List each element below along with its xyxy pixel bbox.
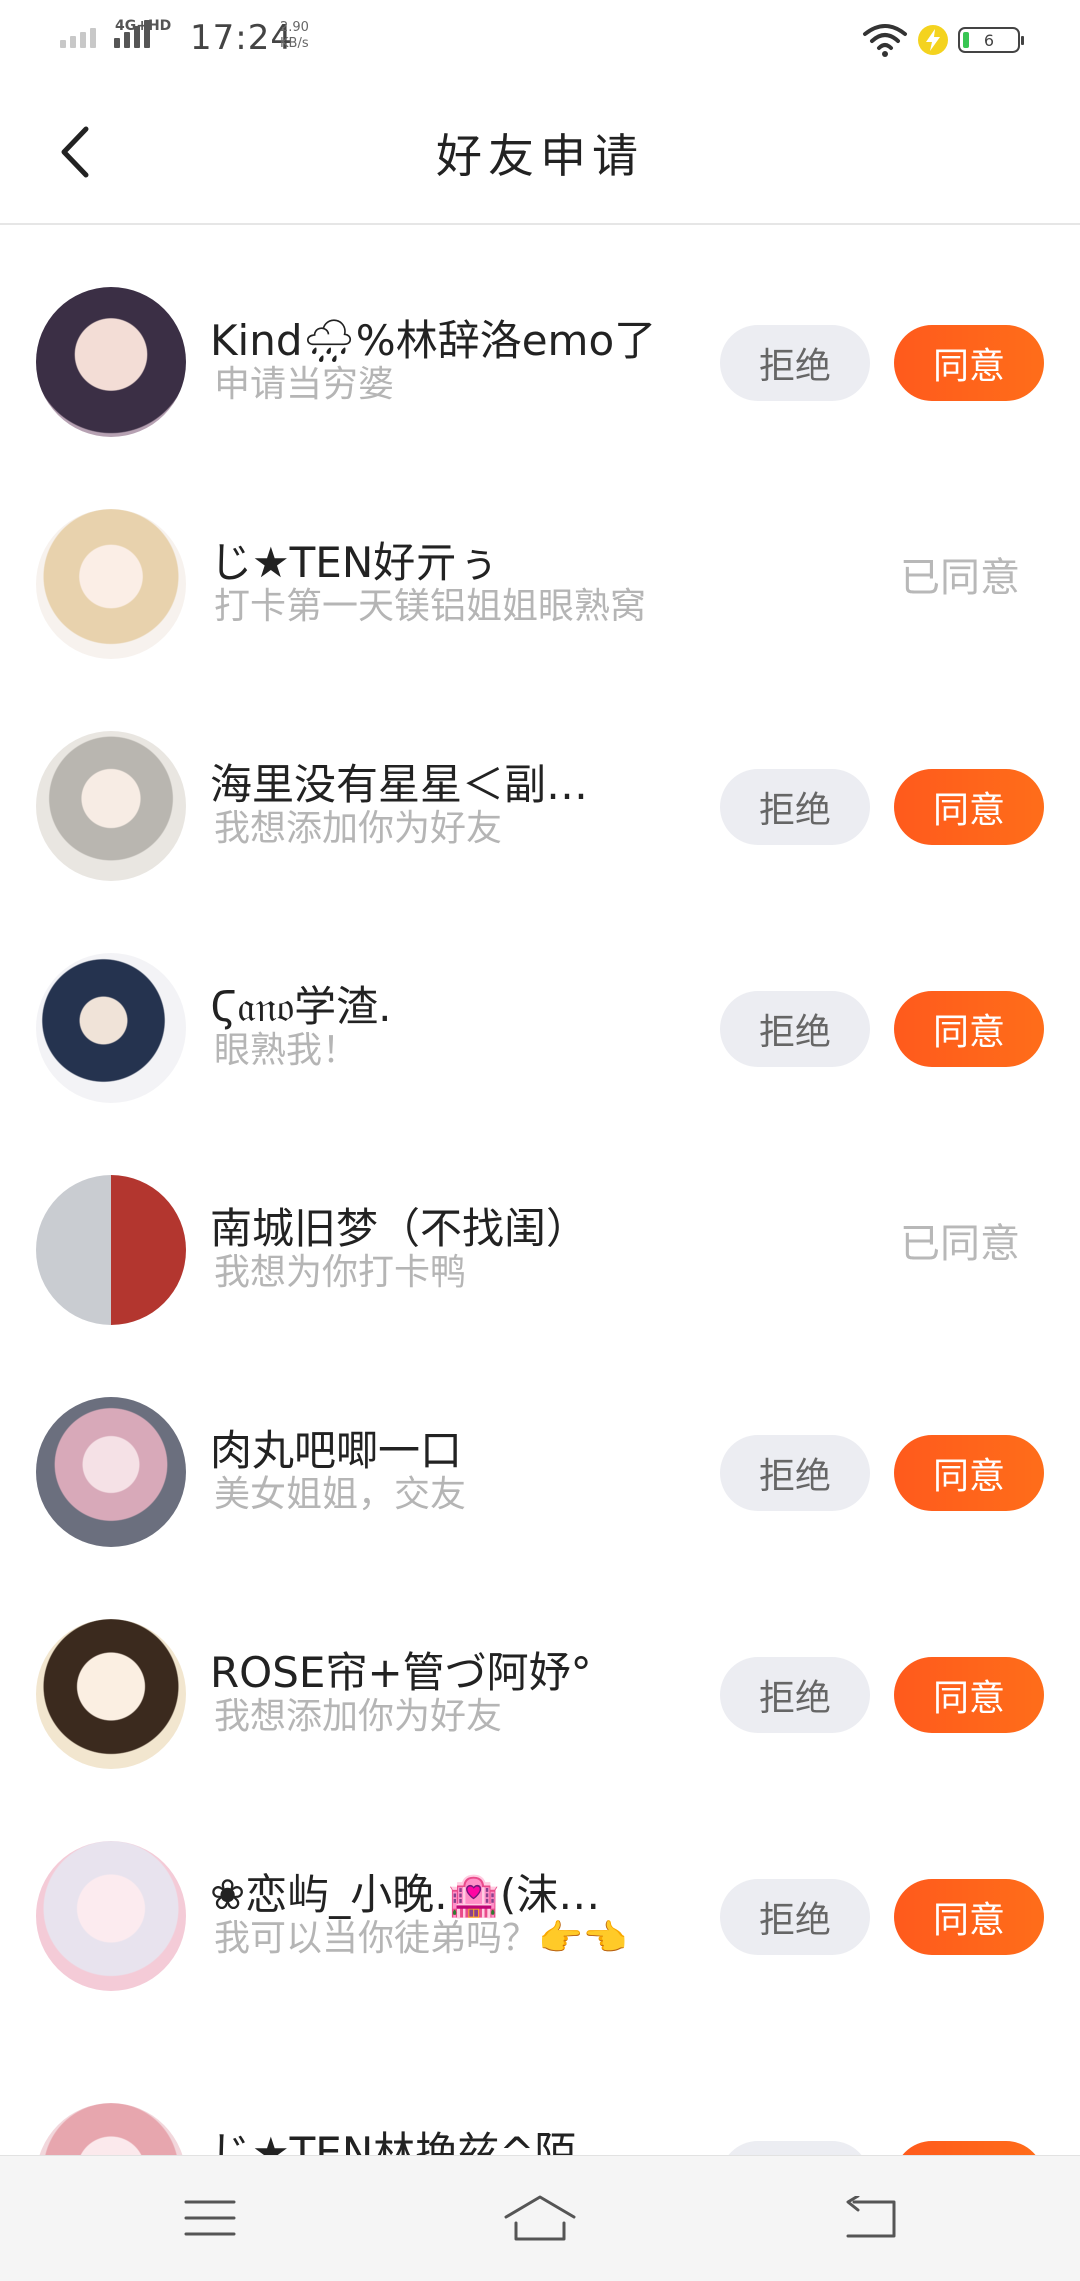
clock: 17:24 bbox=[190, 18, 293, 58]
list-item: じ★TEN林挽兹^陌 拒绝 同意 bbox=[0, 2045, 1080, 2155]
list-item: Kind🌧%林辞洛emo了 申请当穷婆 拒绝 同意 bbox=[0, 225, 1080, 445]
avatar[interactable] bbox=[36, 1397, 186, 1547]
list-item: じ★TEN好亓ぅ 打卡第一天镁铝姐姐眼熟窝 已同意 bbox=[0, 447, 1080, 669]
list-item: ❀恋屿_小晚.🏩(沫… 我可以当你徒弟吗？👉👈 拒绝 同意 bbox=[0, 1779, 1080, 2034]
home-button[interactable] bbox=[500, 2186, 580, 2250]
requester-name: 海里没有星星＜副… bbox=[210, 760, 589, 809]
menu-icon bbox=[184, 2200, 236, 2236]
agree-button[interactable]: 同意 bbox=[894, 991, 1044, 1067]
request-message: 我可以当你徒弟吗？👉👈 bbox=[214, 1918, 628, 1959]
list-item: 肉丸吧唧一口 美女姐姐，交友 拒绝 同意 bbox=[0, 1335, 1080, 1557]
request-message: 美女姐姐，交友 bbox=[214, 1474, 467, 1515]
reject-button[interactable]: 拒绝 bbox=[720, 1657, 870, 1733]
reject-button[interactable]: 拒绝 bbox=[720, 2141, 870, 2155]
request-message: 我想为你打卡鸭 bbox=[214, 1252, 467, 1293]
list-item: 南城旧梦（不找闺） 我想为你打卡鸭 已同意 bbox=[0, 1113, 1080, 1335]
requester-name: 南城旧梦（不找闺） bbox=[210, 1204, 589, 1253]
requester-name: 肉丸吧唧一口 bbox=[210, 1426, 463, 1475]
request-message: 我想添加你为好友 bbox=[214, 808, 503, 849]
avatar[interactable] bbox=[36, 287, 186, 437]
agreed-status: 已同意 bbox=[900, 555, 1020, 601]
requester-name: Kind🌧%林辞洛emo了 bbox=[210, 316, 657, 365]
charging-icon bbox=[918, 25, 948, 55]
system-nav-bar bbox=[0, 2155, 1080, 2281]
header: 好友申请 bbox=[0, 80, 1080, 225]
avatar[interactable] bbox=[36, 1175, 186, 1325]
battery-level: 6 bbox=[983, 30, 995, 50]
agree-button[interactable]: 同意 bbox=[894, 1657, 1044, 1733]
agree-button[interactable]: 同意 bbox=[894, 1879, 1044, 1955]
list-item: ROSE帘+管づ阿妤° 我想添加你为好友 拒绝 同意 bbox=[0, 1557, 1080, 1779]
requester-name: Ϛ𝔞𝔫𝔬学渣. bbox=[210, 982, 392, 1031]
battery-icon: 6 bbox=[958, 27, 1024, 53]
network-type: 4G+HD bbox=[115, 18, 172, 34]
reject-button[interactable]: 拒绝 bbox=[720, 1435, 870, 1511]
status-bar: 4G+HD 17:24 2.90 KB/s 6 bbox=[0, 0, 1080, 80]
avatar[interactable] bbox=[36, 1619, 186, 1769]
friend-request-list[interactable]: Kind🌧%林辞洛emo了 申请当穷婆 拒绝 同意 じ★TEN好亓ぅ 打卡第一天… bbox=[0, 225, 1080, 2155]
wifi-icon bbox=[863, 24, 907, 57]
requester-name: ❀恋屿_小晚.🏩(沫… bbox=[210, 1870, 601, 1919]
agree-button[interactable]: 同意 bbox=[894, 325, 1044, 401]
speed-value: 2.90 bbox=[280, 20, 309, 35]
agree-button[interactable]: 同意 bbox=[894, 1435, 1044, 1511]
page-title: 好友申请 bbox=[436, 129, 644, 183]
home-icon bbox=[504, 2195, 576, 2241]
avatar[interactable] bbox=[36, 2103, 186, 2155]
reject-button[interactable]: 拒绝 bbox=[720, 769, 870, 845]
avatar[interactable] bbox=[36, 731, 186, 881]
request-message: 申请当穷婆 bbox=[214, 364, 395, 405]
speed-unit: KB/s bbox=[280, 36, 309, 51]
requester-name: ROSE帘+管づ阿妤° bbox=[210, 1648, 592, 1697]
back-nav-button[interactable] bbox=[830, 2186, 910, 2250]
avatar[interactable] bbox=[36, 509, 186, 659]
reject-button[interactable]: 拒绝 bbox=[720, 1879, 870, 1955]
requester-name: じ★TEN好亓ぅ bbox=[210, 538, 500, 587]
agree-button[interactable]: 同意 bbox=[894, 769, 1044, 845]
agreed-status: 已同意 bbox=[900, 1221, 1020, 1267]
request-message: 眼熟我！ bbox=[214, 1030, 359, 1071]
avatar[interactable] bbox=[36, 1841, 186, 1991]
reject-button[interactable]: 拒绝 bbox=[720, 325, 870, 401]
back-return-icon bbox=[846, 2196, 896, 2238]
list-item: Ϛ𝔞𝔫𝔬学渣. 眼熟我！ 拒绝 同意 bbox=[0, 891, 1080, 1113]
list-item: 海里没有星星＜副… 我想添加你为好友 拒绝 同意 bbox=[0, 669, 1080, 891]
avatar[interactable] bbox=[36, 953, 186, 1103]
request-message: 我想添加你为好友 bbox=[214, 1696, 503, 1737]
request-message: 打卡第一天镁铝姐姐眼熟窝 bbox=[214, 586, 647, 627]
menu-button[interactable] bbox=[170, 2186, 250, 2250]
agree-button[interactable]: 同意 bbox=[894, 2141, 1044, 2155]
requester-name: じ★TEN林挽兹^陌 bbox=[210, 2128, 577, 2155]
network-speed: 2.90 KB/s bbox=[280, 20, 309, 52]
reject-button[interactable]: 拒绝 bbox=[720, 991, 870, 1067]
